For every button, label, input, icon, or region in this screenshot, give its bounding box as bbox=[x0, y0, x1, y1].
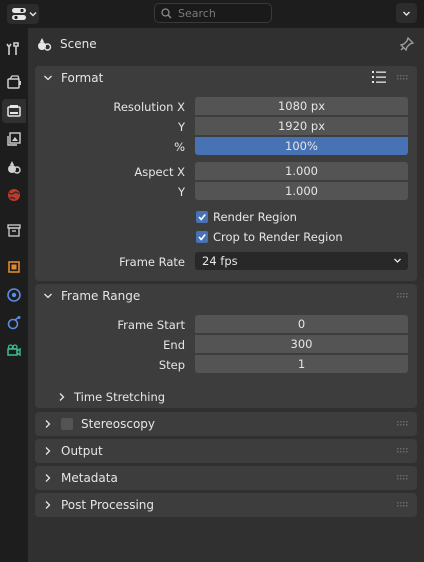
collection-icon bbox=[7, 224, 21, 237]
properties-tabs bbox=[0, 28, 28, 562]
frame-range-panel-header[interactable]: Frame Range bbox=[35, 284, 417, 308]
scene-icon bbox=[38, 38, 52, 51]
crop-region-label: Crop to Render Region bbox=[213, 230, 343, 244]
tab-world[interactable] bbox=[2, 183, 26, 207]
frame-start-field[interactable]: 0 bbox=[195, 315, 408, 333]
metadata-panel-header[interactable]: Metadata bbox=[35, 466, 417, 490]
tab-object[interactable] bbox=[2, 255, 26, 279]
output-panel[interactable]: Output bbox=[35, 439, 417, 463]
format-panel-header[interactable]: Format bbox=[35, 66, 417, 90]
context-breadcrumb: Scene bbox=[36, 34, 97, 54]
frame-rate-label: Frame Rate bbox=[119, 255, 185, 269]
time-stretching-subpanel[interactable]: Time Stretching bbox=[58, 390, 165, 404]
chevron-right-icon bbox=[59, 393, 65, 401]
drag-handle-icon[interactable] bbox=[397, 475, 409, 481]
post-processing-panel-header[interactable]: Post Processing bbox=[35, 493, 417, 517]
chevron-down-icon bbox=[29, 12, 37, 17]
frame-range-title: Frame Range bbox=[61, 289, 141, 303]
object-icon bbox=[8, 261, 20, 273]
output-panel-header[interactable]: Output bbox=[35, 439, 417, 463]
drag-handle-icon[interactable] bbox=[397, 75, 409, 81]
frame-rate-value: 24 fps bbox=[202, 254, 238, 268]
properties-editor-icon bbox=[12, 8, 26, 20]
resolution-y-field[interactable]: 1920 px bbox=[195, 117, 408, 135]
checkbox-checked-icon bbox=[196, 231, 208, 243]
frame-start-label: Frame Start bbox=[117, 318, 185, 332]
drag-handle-icon[interactable] bbox=[397, 421, 409, 427]
search-placeholder: Search bbox=[178, 6, 216, 20]
chevron-right-icon bbox=[45, 447, 51, 455]
aspect-x-label: Aspect X bbox=[134, 165, 185, 179]
format-title: Format bbox=[61, 71, 104, 85]
resolution-percent-label: % bbox=[174, 140, 185, 154]
aspect-y-label: Y bbox=[177, 185, 185, 199]
chevron-down-icon bbox=[394, 258, 401, 263]
world-icon bbox=[8, 189, 20, 201]
resolution-percent-slider[interactable]: 100% bbox=[195, 137, 408, 155]
search-icon bbox=[161, 7, 172, 18]
drag-handle-icon[interactable] bbox=[397, 293, 409, 299]
time-stretching-label: Time Stretching bbox=[74, 390, 166, 404]
resolution-y-label: Y bbox=[177, 120, 185, 134]
stereoscopy-title: Stereoscopy bbox=[81, 417, 156, 431]
tab-scene[interactable] bbox=[2, 155, 26, 179]
post-processing-panel[interactable]: Post Processing bbox=[35, 493, 417, 517]
stereoscopy-panel[interactable]: Stereoscopy bbox=[35, 412, 417, 436]
render-region-checkbox[interactable]: Render Region bbox=[196, 210, 297, 224]
tab-modifiers[interactable] bbox=[2, 283, 26, 307]
chevron-right-icon bbox=[45, 501, 51, 509]
chevron-right-icon bbox=[45, 474, 51, 482]
frame-end-field[interactable]: 300 bbox=[195, 335, 408, 353]
chevron-right-icon bbox=[45, 420, 51, 428]
physics-icon bbox=[7, 316, 21, 330]
aspect-x-field[interactable]: 1.000 bbox=[195, 162, 408, 180]
tab-render[interactable] bbox=[2, 70, 26, 94]
tool-icon bbox=[6, 42, 19, 55]
checkbox-checked-icon bbox=[196, 211, 208, 223]
post-processing-title: Post Processing bbox=[61, 498, 154, 512]
camera-data-icon bbox=[7, 344, 21, 357]
render-icon bbox=[7, 75, 21, 89]
tab-physics[interactable] bbox=[2, 311, 26, 335]
search-input[interactable]: Search bbox=[154, 3, 272, 23]
chevron-down-icon bbox=[44, 75, 52, 81]
metadata-title: Metadata bbox=[61, 471, 118, 485]
render-region-label: Render Region bbox=[213, 210, 297, 224]
pin-icon[interactable] bbox=[400, 37, 414, 51]
resolution-x-field[interactable]: 1080 px bbox=[195, 97, 408, 115]
resolution-x-label: Resolution X bbox=[113, 100, 185, 114]
stereoscopy-checkbox[interactable] bbox=[61, 418, 73, 430]
tab-output[interactable] bbox=[2, 99, 26, 123]
crop-region-checkbox[interactable]: Crop to Render Region bbox=[196, 230, 343, 244]
output-icon bbox=[7, 105, 21, 117]
aspect-y-field[interactable]: 1.000 bbox=[195, 182, 408, 200]
options-dropdown[interactable] bbox=[396, 3, 417, 23]
frame-end-label: End bbox=[163, 338, 185, 352]
view-layer-icon bbox=[7, 132, 21, 146]
tab-camera-data[interactable] bbox=[2, 339, 26, 363]
frame-step-label: Step bbox=[158, 358, 185, 372]
tab-tool[interactable] bbox=[2, 37, 26, 61]
scene-icon bbox=[8, 161, 21, 174]
modifiers-icon bbox=[7, 288, 21, 302]
drag-handle-icon[interactable] bbox=[397, 502, 409, 508]
editor-type-dropdown[interactable] bbox=[7, 4, 39, 24]
frame-rate-dropdown[interactable]: 24 fps bbox=[195, 252, 408, 270]
metadata-panel[interactable]: Metadata bbox=[35, 466, 417, 490]
tab-view-layer[interactable] bbox=[2, 127, 26, 151]
chevron-down-icon bbox=[403, 11, 410, 16]
output-title: Output bbox=[61, 444, 103, 458]
frame-step-field[interactable]: 1 bbox=[195, 355, 408, 373]
stereoscopy-panel-header[interactable]: Stereoscopy bbox=[35, 412, 417, 436]
chevron-down-icon bbox=[44, 293, 52, 299]
context-label: Scene bbox=[60, 37, 97, 51]
tab-collection[interactable] bbox=[2, 218, 26, 242]
drag-handle-icon[interactable] bbox=[397, 448, 409, 454]
presets-icon[interactable] bbox=[371, 70, 387, 84]
header-bar: Search bbox=[0, 0, 424, 28]
